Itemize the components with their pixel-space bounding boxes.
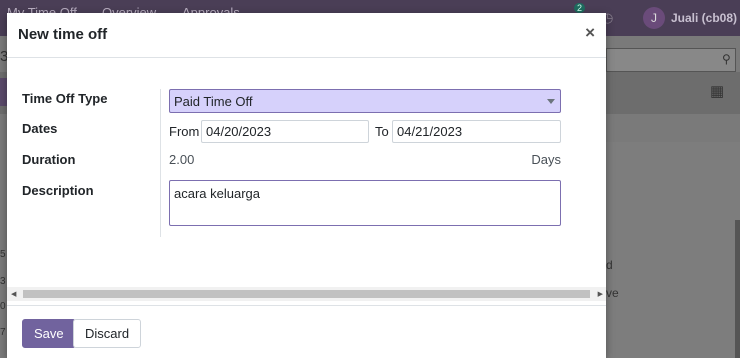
- background-text-fragment: ve: [606, 286, 619, 300]
- dialog-title: New time off: [18, 26, 108, 43]
- scroll-right-icon[interactable]: ▶: [598, 290, 603, 298]
- save-button[interactable]: Save: [22, 319, 76, 348]
- chat-badge: 2: [574, 3, 586, 13]
- time-off-form: Time Off Type Dates Duration Description…: [7, 58, 606, 283]
- edge-digit: 7: [0, 327, 6, 338]
- user-name[interactable]: Juali (cb08): [671, 11, 737, 25]
- scrollbar-thumb[interactable]: [23, 290, 590, 298]
- edge-digit: 0: [0, 301, 6, 312]
- chevron-down-icon[interactable]: [547, 99, 555, 104]
- date-from-input[interactable]: 04/20/2023: [201, 120, 369, 143]
- duration-unit: Days: [531, 152, 561, 167]
- date-to-input[interactable]: 04/21/2023: [392, 120, 561, 143]
- dialog-footer: Save Discard: [7, 305, 606, 358]
- scroll-left-icon[interactable]: ◀: [11, 290, 16, 298]
- time-off-type-value: Paid Time Off: [174, 94, 253, 109]
- time-off-type-label: Time Off Type: [22, 91, 108, 106]
- duration-value: 2.00: [169, 152, 195, 167]
- dialog-header: New time off ×: [7, 13, 606, 58]
- description-textarea[interactable]: acara keluarga: [169, 180, 561, 226]
- background-search-input[interactable]: [606, 48, 736, 72]
- horizontal-scrollbar[interactable]: ◀ ▶: [7, 287, 606, 301]
- background-scrollbar[interactable]: [735, 220, 740, 358]
- background-text-fragment: d: [606, 258, 613, 272]
- from-label: From: [169, 124, 200, 139]
- background-panel: [606, 142, 740, 358]
- calendar-icon[interactable]: ▦: [710, 82, 724, 100]
- description-label: Description: [22, 183, 94, 198]
- search-icon[interactable]: ⚲: [722, 52, 731, 66]
- edge-digit: 5: [0, 249, 6, 260]
- avatar[interactable]: J: [643, 7, 665, 29]
- discard-button[interactable]: Discard: [73, 319, 142, 348]
- close-icon[interactable]: ×: [585, 24, 595, 41]
- duration-label: Duration: [22, 152, 76, 167]
- form-divider: [160, 89, 161, 237]
- dates-label: Dates: [22, 121, 58, 136]
- to-label: To: [375, 124, 389, 139]
- time-off-type-select[interactable]: Paid Time Off: [169, 89, 561, 113]
- background-accent: [0, 78, 7, 106]
- edge-digit: 3: [0, 276, 6, 287]
- new-time-off-dialog: New time off × Time Off Type Dates Durat…: [7, 13, 606, 358]
